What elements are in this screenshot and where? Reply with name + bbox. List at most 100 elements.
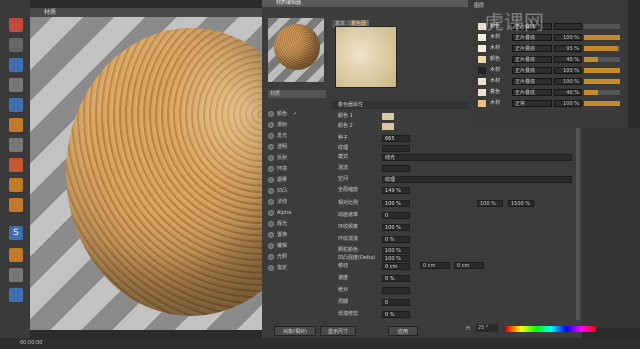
blend-mode-select[interactable]: 正片叠底 xyxy=(512,89,552,96)
channel-radio-icon[interactable] xyxy=(268,198,274,205)
layer-row[interactable]: 木材 正片叠底 95 % xyxy=(472,44,622,53)
property-field[interactable]: 0 % xyxy=(382,275,410,282)
channel-item[interactable]: 透明 xyxy=(268,143,320,152)
channel-radio-icon[interactable] xyxy=(268,242,274,249)
viewport-preview[interactable]: 材质 xyxy=(30,8,262,330)
property-field[interactable]: 0 % xyxy=(382,236,410,243)
color-swatch[interactable] xyxy=(382,113,394,120)
texture-icon[interactable] xyxy=(9,178,23,192)
channel-item[interactable]: 置换 xyxy=(268,231,320,240)
opacity-field[interactable]: 100 % xyxy=(554,34,582,41)
snap-icon[interactable]: S xyxy=(9,226,23,240)
blend-mode-select[interactable]: 正片叠底 xyxy=(512,34,552,41)
channel-radio-icon[interactable] xyxy=(268,110,274,117)
object-relative-button[interactable]: 对象(相对) xyxy=(274,326,316,336)
opacity-field[interactable]: 40 % xyxy=(554,89,582,96)
channel-radio-icon[interactable] xyxy=(268,176,274,183)
property-field[interactable]: 线光 xyxy=(382,154,572,161)
opacity-slider[interactable] xyxy=(584,24,620,29)
opacity-slider[interactable] xyxy=(584,57,620,62)
opacity-field[interactable]: 40 % xyxy=(554,56,582,63)
channel-item[interactable]: Alpha xyxy=(268,209,320,218)
channel-radio-icon[interactable] xyxy=(268,143,274,150)
grid-icon[interactable] xyxy=(9,288,23,302)
material-name[interactable]: 材质 xyxy=(268,90,326,98)
channel-radio-icon[interactable] xyxy=(268,132,274,139)
property-field[interactable]: 100 % xyxy=(382,247,410,254)
layer-row[interactable]: 木材 正片叠底 100 % xyxy=(472,77,622,86)
rel-scale-z-field[interactable]: 1500 % xyxy=(508,200,534,207)
channel-radio-icon[interactable] xyxy=(268,154,274,161)
layer-row[interactable]: 着色 正片叠底 40 % xyxy=(472,88,622,97)
property-field[interactable]: 100 % xyxy=(382,224,410,231)
cube-icon[interactable] xyxy=(9,58,23,72)
polygon-icon[interactable] xyxy=(9,98,23,112)
uv-icon[interactable] xyxy=(9,198,23,212)
property-field[interactable]: 0 % xyxy=(382,311,410,318)
channel-radio-icon[interactable] xyxy=(268,187,274,194)
property-field[interactable] xyxy=(382,145,410,152)
channel-item[interactable]: 漫射 xyxy=(268,121,320,130)
blend-mode-select[interactable]: 正片叠底 xyxy=(512,78,552,85)
channel-radio-icon[interactable] xyxy=(268,220,274,227)
property-field[interactable]: 0 cm xyxy=(382,263,410,270)
checkmark-icon[interactable]: ✓ xyxy=(293,111,297,117)
channel-item[interactable]: 光照 xyxy=(268,253,320,262)
blend-mode-select[interactable]: 正常 xyxy=(512,100,552,107)
property-field[interactable]: 纹理 xyxy=(382,176,572,183)
color-swatch[interactable] xyxy=(382,123,394,130)
rel-scale-y-field[interactable]: 100 % xyxy=(477,200,503,207)
move-z-field[interactable]: 0 cm xyxy=(454,262,484,269)
opacity-slider[interactable] xyxy=(584,46,620,51)
channel-item[interactable]: 指定 xyxy=(268,264,320,273)
channel-radio-icon[interactable] xyxy=(268,121,274,128)
channel-item[interactable]: 反射 xyxy=(268,154,320,163)
opacity-field[interactable]: 100 % xyxy=(554,78,582,85)
opacity-field[interactable]: 100 % xyxy=(554,100,582,107)
point-icon[interactable] xyxy=(9,158,23,172)
channel-item[interactable]: 颜色 ✓ xyxy=(268,110,320,119)
channel-item[interactable]: 环境 xyxy=(268,165,320,174)
channel-radio-icon[interactable] xyxy=(268,264,274,271)
magnet-icon[interactable] xyxy=(9,248,23,262)
blend-mode-select[interactable]: 正片叠底 xyxy=(512,67,552,74)
opacity-field[interactable]: 95 % xyxy=(554,45,582,52)
opacity-slider[interactable] xyxy=(584,90,620,95)
show-size-button[interactable]: 显示尺寸 xyxy=(320,326,356,336)
move-y-field[interactable]: 0 cm xyxy=(420,262,450,269)
opacity-field[interactable]: 100 % xyxy=(554,67,582,74)
property-field[interactable]: 149 % xyxy=(382,187,410,194)
property-field[interactable]: 665 xyxy=(382,135,410,142)
material-preview[interactable] xyxy=(268,18,324,82)
scrollbar[interactable] xyxy=(576,100,580,320)
channel-item[interactable]: 编辑 xyxy=(268,242,320,251)
channel-item[interactable]: 烟雾 xyxy=(268,176,320,185)
channel-item[interactable]: 辉光 xyxy=(268,220,320,229)
brush-icon[interactable] xyxy=(9,118,23,132)
select-tool-icon[interactable] xyxy=(9,38,23,52)
channel-item[interactable]: 发光 xyxy=(268,132,320,141)
layer-row[interactable]: 木材 正常 100 % xyxy=(472,99,622,108)
channel-item[interactable]: 法线 xyxy=(268,198,320,207)
edge-icon[interactable] xyxy=(9,138,23,152)
channel-radio-icon[interactable] xyxy=(268,209,274,216)
blend-mode-select[interactable]: 正片叠底 xyxy=(512,56,552,63)
opacity-slider[interactable] xyxy=(584,68,620,73)
lock-icon[interactable] xyxy=(9,268,23,282)
blend-mode-select[interactable]: 正片叠底 xyxy=(512,45,552,52)
opacity-slider[interactable] xyxy=(584,35,620,40)
channel-radio-icon[interactable] xyxy=(268,165,274,172)
property-field[interactable]: 0 xyxy=(382,299,410,306)
channel-radio-icon[interactable] xyxy=(268,253,274,260)
hue-field[interactable]: 25 ° xyxy=(476,324,498,332)
opacity-field[interactable] xyxy=(554,23,582,30)
property-field[interactable] xyxy=(382,287,410,294)
apply-button[interactable]: 应用 xyxy=(388,326,418,336)
layer-row[interactable]: 木材 正片叠底 100 % xyxy=(472,66,622,75)
property-field[interactable]: 0 xyxy=(382,212,410,219)
hue-spectrum[interactable] xyxy=(506,326,596,332)
opacity-slider[interactable] xyxy=(584,79,620,84)
property-field[interactable]: 100 % xyxy=(382,200,410,207)
undo-icon[interactable] xyxy=(9,18,23,32)
property-field[interactable]: 100 % xyxy=(382,255,410,262)
